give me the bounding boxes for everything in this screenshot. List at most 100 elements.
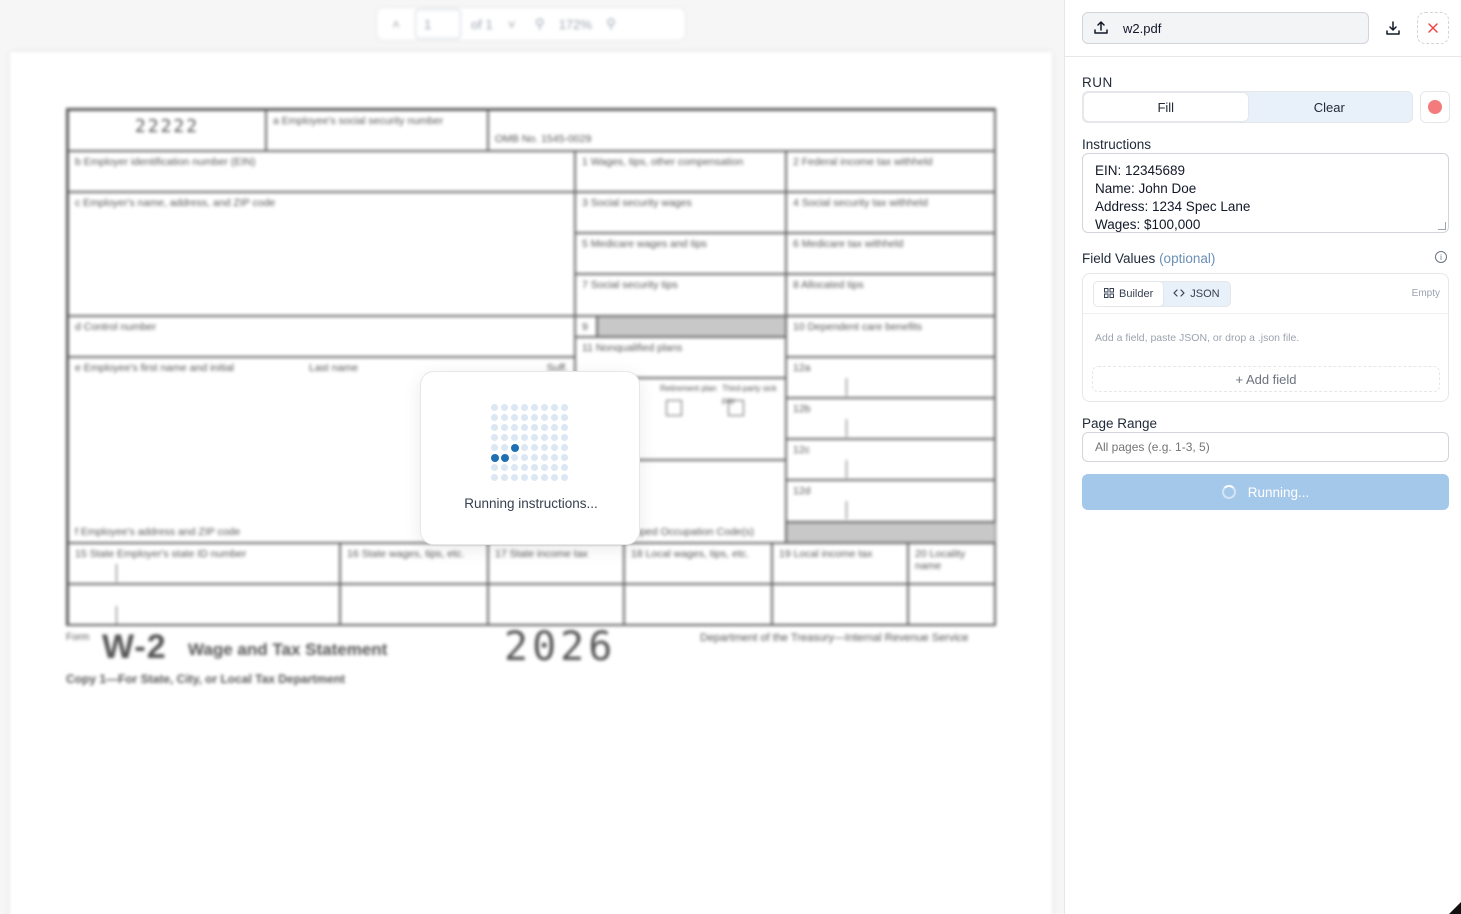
box-2: 2 Federal income tax withheld <box>786 151 996 192</box>
add-field-button[interactable]: + Add field <box>1092 366 1440 392</box>
box-12d-divider <box>846 501 847 519</box>
box-17: 17 State income tax <box>488 543 624 584</box>
loading-dot <box>531 464 538 471</box>
control-number-field: d Control number <box>68 316 575 357</box>
retirement-plan-label: Retirement plan <box>660 384 717 393</box>
box-17-row2 <box>488 584 624 626</box>
loading-dot <box>541 444 548 451</box>
tab-builder-label: Builder <box>1119 288 1154 300</box>
loading-dot <box>501 444 508 451</box>
zoom-out-icon[interactable]: ⚲ <box>531 16 549 32</box>
footer-department: Department of the Treasury—Internal Reve… <box>700 632 969 644</box>
loading-dot <box>551 444 558 451</box>
loading-dot <box>521 404 528 411</box>
loading-dot <box>541 464 548 471</box>
instruction-line: Address: 1234 Spec Lane <box>1095 199 1251 214</box>
zoom-in-icon[interactable]: ⚲ <box>602 16 620 32</box>
field-values-box: Builder JSON Empty Add a field, paste JS… <box>1082 273 1450 402</box>
instructions-textarea[interactable]: EIN: 12345689 Name: John Doe Address: 12… <box>1082 153 1449 233</box>
page-number-input[interactable]: 1 <box>415 9 461 39</box>
loading-dot <box>501 434 508 441</box>
loading-dot <box>541 434 548 441</box>
run-mode-toggle: Fill Clear <box>1082 91 1413 123</box>
fill-button[interactable]: Fill <box>1084 93 1248 121</box>
chevron-up-icon[interactable]: ˄ <box>387 17 405 32</box>
loading-dot <box>511 464 518 471</box>
loading-dot <box>541 474 548 481</box>
loading-dot <box>531 404 538 411</box>
tipped-occupation-label: Tipped Occupation Code(s) <box>626 526 755 538</box>
box-9-shaded <box>597 316 786 337</box>
box-4: 4 Social security tax withheld <box>786 192 996 233</box>
loading-dot <box>521 464 528 471</box>
box-18: 18 Local wages, tips, etc. <box>624 543 772 584</box>
resize-corner-icon <box>1449 902 1461 914</box>
close-icon <box>1428 23 1438 33</box>
loading-dot <box>501 404 508 411</box>
field-values-tabs: Builder JSON <box>1093 281 1231 307</box>
chevron-down-icon[interactable]: ˅ <box>503 17 521 32</box>
zoom-level[interactable]: 172% <box>559 17 592 32</box>
loading-dot <box>541 454 548 461</box>
record-button[interactable] <box>1420 91 1450 123</box>
ein-field: b Employer identification number (EIN) <box>68 151 575 192</box>
page-range-input[interactable] <box>1082 432 1449 462</box>
loading-dot <box>541 414 548 421</box>
box-8: 8 Allocated tips <box>786 274 996 316</box>
footer-copy: Copy 1—For State, City, or Local Tax Dep… <box>66 672 345 686</box>
loading-dot <box>531 414 538 421</box>
box-12b: 12b <box>786 398 996 439</box>
loading-dot <box>491 404 498 411</box>
box-12d: 12d <box>786 480 996 522</box>
loading-dot <box>551 414 558 421</box>
loading-dot <box>551 454 558 461</box>
loading-dot <box>561 434 568 441</box>
resize-handle[interactable] <box>1438 222 1446 230</box>
box-12b-divider <box>846 419 847 437</box>
loading-dot <box>491 474 498 481</box>
omb-number: OMB No. 1545-0029 <box>488 110 996 151</box>
loading-dot <box>491 454 499 462</box>
box-15: 15 State Employer's state ID number <box>68 543 340 584</box>
loading-dot <box>521 434 528 441</box>
tab-json[interactable]: JSON <box>1163 282 1229 306</box>
loading-dot <box>491 434 498 441</box>
box-16-row2 <box>340 584 488 626</box>
loading-dot <box>561 424 568 431</box>
loading-dot <box>541 424 548 431</box>
state-divider-1 <box>116 564 117 582</box>
form-code: 22222 <box>68 110 266 151</box>
box-18-row2 <box>624 584 772 626</box>
loading-dots-icon <box>491 404 571 484</box>
box-19: 19 Local income tax <box>772 543 908 584</box>
loading-dot <box>561 464 568 471</box>
loading-dot <box>551 424 558 431</box>
app-root: ˄ 1 of 1 ˅ ⚲ 172% ⚲ 22222 a Employee's s… <box>0 0 1461 914</box>
footer-w2: W-2 <box>102 628 167 666</box>
box-12a-divider <box>846 378 847 396</box>
file-selector[interactable]: w2.pdf <box>1082 12 1369 44</box>
box-20-row2 <box>908 584 996 626</box>
download-button[interactable] <box>1379 13 1407 43</box>
empty-status: Empty <box>1411 288 1440 299</box>
instruction-line: Name: John Doe <box>1095 181 1197 196</box>
tab-builder[interactable]: Builder <box>1094 282 1164 306</box>
close-button[interactable] <box>1417 12 1449 44</box>
loading-dot <box>551 474 558 481</box>
loading-dot <box>531 424 538 431</box>
clear-button[interactable]: Clear <box>1248 93 1412 121</box>
instruction-line: EIN: 12345689 <box>1095 163 1186 178</box>
loading-dot <box>521 454 528 461</box>
loading-dot <box>551 404 558 411</box>
loading-dot <box>561 454 568 461</box>
loading-dot <box>511 424 518 431</box>
loading-dot <box>491 414 498 421</box>
box-12c-divider <box>846 460 847 478</box>
footer-year: 2026 <box>504 624 617 670</box>
record-icon <box>1428 100 1442 114</box>
box-19-row2 <box>772 584 908 626</box>
loading-dot <box>511 434 518 441</box>
box-5: 5 Medicare wages and tips <box>575 233 786 274</box>
running-button[interactable]: Running... <box>1082 474 1449 510</box>
info-icon[interactable]: i <box>1435 251 1447 263</box>
